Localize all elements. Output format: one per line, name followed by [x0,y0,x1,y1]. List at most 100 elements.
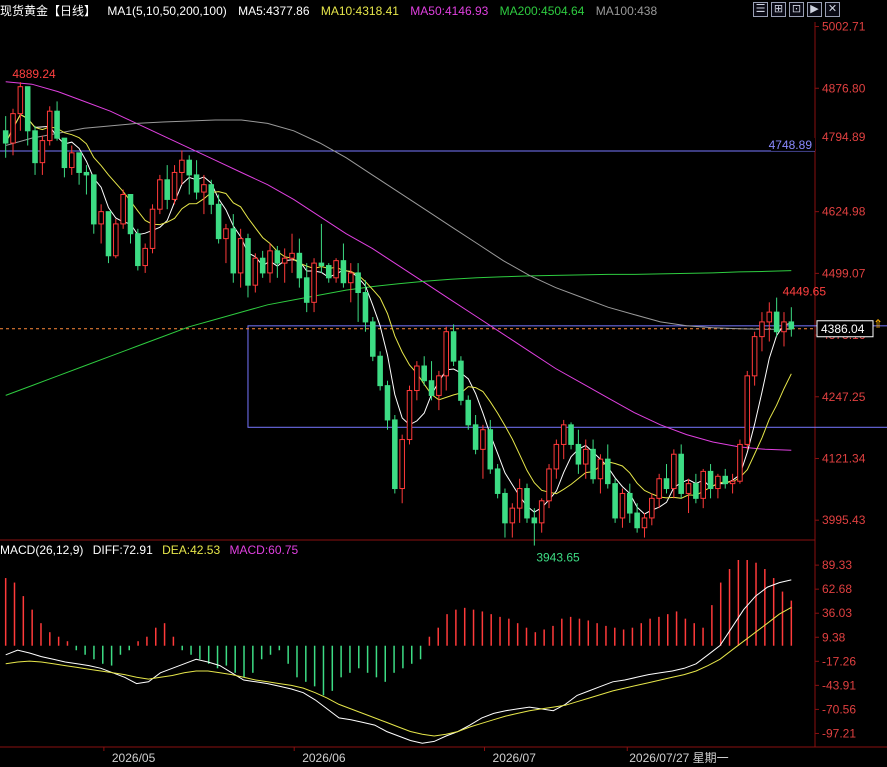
resistance-label: 4748.89 [769,138,813,152]
candle-body [634,512,640,529]
macd-tick-label: 62.68 [822,582,852,596]
candle-body [149,208,156,249]
candle-body [590,448,596,480]
candle-body [201,184,207,193]
candle-body [715,475,721,490]
macd-tick-label: 36.03 [822,606,852,620]
candle-body [289,252,295,259]
price-tick-label: 5002.71 [822,20,866,34]
candle-body [333,260,339,279]
candle-body [597,458,604,480]
candle-body [612,483,618,519]
candle-body [340,260,347,284]
candle-body [171,171,178,200]
candle-body [502,492,508,524]
candle-body [76,152,82,173]
date-label: 2026/05 [112,751,156,765]
candle-body [685,483,692,494]
candle-body [737,443,743,482]
candle-body [722,475,729,485]
candle-body [516,488,523,509]
candle-body [237,238,244,274]
price-arrow-icon: ⇑ [873,317,883,331]
candle-body [524,488,530,519]
candle-body [24,86,31,132]
candle-body [766,311,773,323]
candle-body [296,252,303,279]
date-label: 2026/06 [302,751,346,765]
candle-body [61,137,68,169]
candle-body [428,380,435,396]
candle-body [384,385,391,421]
macd-tick-label: -43.91 [822,678,856,692]
candle-body [98,211,104,225]
candle-body [355,272,361,294]
candle-body [370,321,376,357]
candle-body [223,228,229,240]
candle-body [377,355,383,387]
candle-body [54,110,60,139]
candle-body [553,443,560,470]
candle-body [641,517,648,529]
candle-body [773,311,780,333]
candle-body [142,247,148,267]
candle-body [68,152,75,169]
candle-body [531,517,538,524]
price-chart[interactable]: 5002.714876.804750.894624.984499.074373.… [0,0,887,767]
candle-body [135,233,141,267]
candle-body [656,478,662,499]
candle-body [215,203,222,240]
date-label: 2026/07/27 星期一 [629,751,728,765]
candle-body [729,480,736,485]
candle-body [604,458,611,485]
candle-body [582,448,589,465]
candle-body [318,262,325,267]
line-ma50 [5,81,792,451]
candle-body [157,179,163,210]
candle-body [193,174,200,193]
candle-body [281,257,288,264]
candle-body [362,292,369,323]
candle-body [671,453,677,490]
candle-body [164,179,170,200]
low-annotation: 3943.65 [536,551,580,565]
candle-body [487,429,494,470]
candle-body [443,331,450,377]
resistance-axis-bg [816,143,886,158]
candle-body [472,424,479,450]
candle-body [465,399,472,426]
candle-body [568,424,574,445]
candle-body [494,468,501,494]
candle-body [179,159,185,173]
price-tick-label: 4624.98 [822,205,866,219]
candle-body [311,262,317,303]
candle-body [781,321,787,333]
candle-body [619,492,626,519]
candle-body [399,439,405,490]
price-tick-label: 3995.43 [822,513,866,527]
resistance-axis-label: 4794.89 [822,130,866,144]
candle-body [274,250,281,264]
candle-body [436,375,442,396]
candle-body [627,492,633,514]
candle-body [17,86,24,115]
candle-body [46,110,53,142]
candle-body [406,390,413,441]
candle-body [208,184,215,205]
candle-body [252,257,259,286]
line-ma10 [5,113,792,499]
candle-body [744,375,751,445]
candle-body [83,171,90,176]
line-ma200 [5,270,792,396]
macd-tick-label: 89.33 [822,558,852,572]
candle-body [759,321,765,338]
candle-body [230,228,237,274]
macd-tick-label: -97.21 [822,726,856,740]
macd-diff-line [5,579,792,744]
candle-body [700,470,706,499]
candle-body [560,424,567,445]
candle-body [751,336,758,377]
candle-body [259,257,266,274]
candle-body [575,443,582,465]
candle-body [347,272,354,284]
